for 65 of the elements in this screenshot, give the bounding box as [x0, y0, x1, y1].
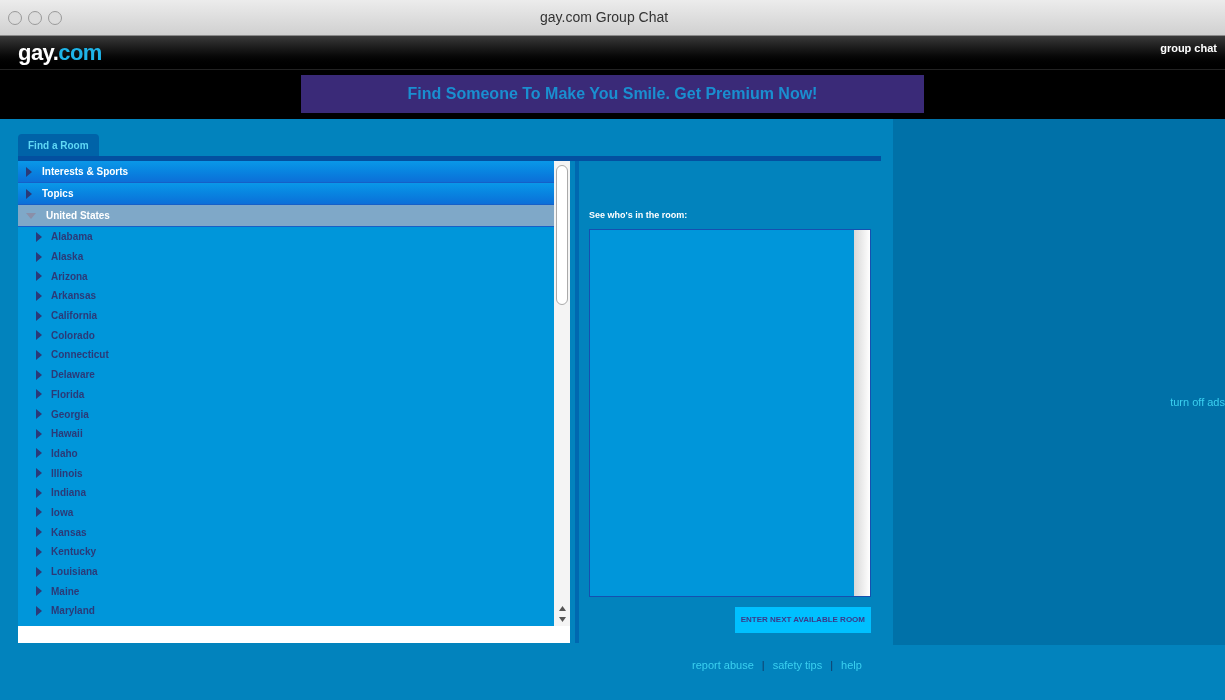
footer-link[interactable]: safety tips — [772, 657, 823, 674]
state-row[interactable]: Colorado — [18, 325, 554, 346]
enter-room-button[interactable]: ENTER NEXT AVAILABLE ROOM — [734, 607, 871, 633]
collapsed-arrow-icon[interactable] — [36, 251, 42, 262]
footer-link[interactable]: help — [841, 657, 862, 674]
collapsed-arrow-icon[interactable] — [36, 448, 42, 459]
collapsed-arrow-icon[interactable] — [36, 369, 42, 380]
collapsed-arrow-icon[interactable] — [36, 586, 42, 597]
state-row[interactable]: Maine — [18, 581, 554, 602]
footer-separator: | — [830, 658, 833, 673]
footer-separator: | — [761, 658, 765, 673]
state-row[interactable]: Louisiana — [18, 561, 554, 582]
collapsed-arrow-icon[interactable] — [36, 271, 42, 282]
scroll-up-icon[interactable] — [558, 606, 566, 611]
collapsed-arrow-icon[interactable] — [36, 389, 42, 400]
state-row[interactable]: Kentucky — [18, 542, 554, 562]
collapsed-arrow-icon[interactable] — [36, 349, 42, 360]
collapsed-arrow-icon[interactable] — [36, 330, 42, 341]
collapsed-arrow-icon[interactable] — [36, 566, 42, 577]
state-row[interactable]: Delaware — [18, 364, 554, 385]
room-label: See who's in the room: — [589, 209, 689, 222]
scrollbar[interactable] — [554, 161, 570, 626]
collapsed-arrow-icon[interactable] — [36, 507, 42, 518]
state-row[interactable]: Florida — [18, 384, 554, 405]
footer-link[interactable]: report abuse — [692, 657, 754, 674]
window-control-icon[interactable] — [8, 10, 22, 25]
collapsed-arrow-icon[interactable] — [36, 546, 42, 557]
state-row[interactable]: Alabama — [18, 227, 554, 247]
logo[interactable]: gay.com — [18, 41, 102, 64]
collapsed-arrow-icon[interactable] — [36, 231, 42, 242]
collapsed-arrow-icon[interactable] — [36, 487, 42, 498]
collapsed-arrow-icon[interactable] — [26, 166, 32, 177]
state-row[interactable]: Alaska — [18, 246, 554, 267]
window-title: gay.com Group Chat — [540, 8, 669, 27]
state-row[interactable]: Hawaii — [18, 423, 554, 444]
state-row[interactable]: Indiana — [18, 482, 554, 503]
state-row[interactable]: California — [18, 305, 554, 326]
collapsed-arrow-icon[interactable] — [36, 605, 42, 616]
state-row[interactable]: Kansas — [18, 522, 554, 542]
state-row[interactable]: Connecticut — [18, 345, 554, 365]
state-row[interactable]: Arizona — [18, 266, 554, 287]
category-row[interactable]: Interests & Sports — [18, 161, 554, 183]
state-row[interactable]: Idaho — [18, 443, 554, 464]
collapsed-arrow-icon[interactable] — [36, 290, 42, 301]
window-control-icon[interactable] — [48, 10, 62, 25]
section-title: group chat — [1160, 41, 1217, 57]
collapsed-arrow-icon[interactable] — [36, 527, 42, 538]
state-row[interactable]: Georgia — [18, 404, 554, 424]
collapsed-arrow-icon[interactable] — [26, 188, 32, 199]
collapsed-arrow-icon[interactable] — [36, 428, 42, 439]
state-row[interactable]: Iowa — [18, 502, 554, 523]
window-control-icon[interactable] — [28, 10, 42, 25]
category-row[interactable]: United States — [18, 205, 554, 227]
state-row[interactable]: Illinois — [18, 463, 554, 483]
ad-banner[interactable]: Find Someone To Make You Smile. Get Premium Now! — [301, 75, 924, 113]
collapsed-arrow-icon[interactable] — [36, 409, 42, 420]
category-row[interactable]: Topics — [18, 183, 554, 205]
scroll-thumb[interactable] — [556, 165, 568, 305]
turn-off-ads-link[interactable]: turn off ads — [1170, 393, 1225, 411]
state-row[interactable]: Maryland — [18, 601, 554, 621]
tab[interactable]: Find a Room — [18, 134, 99, 156]
collapsed-arrow-icon[interactable] — [36, 310, 42, 321]
collapsed-arrow-icon[interactable] — [36, 468, 42, 479]
state-row[interactable]: Arkansas — [18, 286, 554, 306]
scroll-down-icon[interactable] — [558, 617, 566, 622]
